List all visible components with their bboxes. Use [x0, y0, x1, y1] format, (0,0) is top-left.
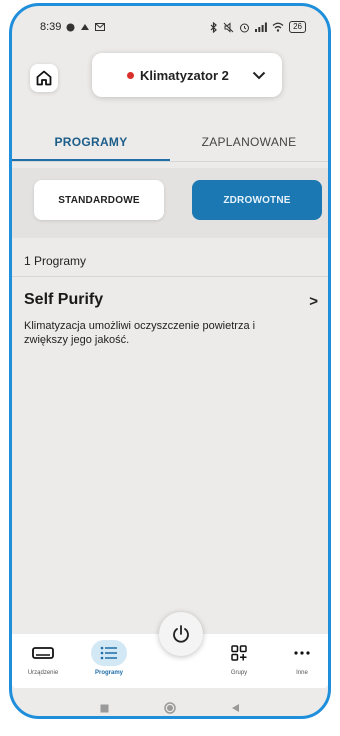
home-icon [36, 70, 52, 86]
battery-indicator: 26 [289, 21, 306, 33]
tab-divider [12, 161, 328, 162]
segment-standard[interactable]: STANDARDOWE [34, 180, 164, 220]
list-icon [100, 646, 117, 660]
program-count: 1 Programy [24, 254, 87, 268]
program-title: Self Purify [24, 291, 104, 308]
tab-zaplanowane[interactable]: ZAPLANOWANE [170, 121, 328, 161]
mute-icon [223, 21, 234, 33]
power-icon [173, 625, 189, 643]
phone-frame: 8:39 26 Klimatyzator 2 PROGRAMY ZAPLANOW… [9, 3, 331, 719]
segment-health[interactable]: ZDROWOTNE [192, 180, 322, 220]
tab-programy[interactable]: PROGRAMY [12, 121, 170, 162]
program-item-self-purify[interactable]: Self Purify > Klimatyzacja umożliwi oczy… [24, 291, 318, 347]
more-icon [294, 651, 310, 655]
nav-item-more[interactable]: Inne [277, 640, 327, 676]
program-tabs: PROGRAMY ZAPLANOWANE [12, 121, 328, 162]
clock: 8:39 [40, 21, 62, 33]
cloud-icon [81, 24, 90, 30]
nav-item-programs[interactable]: Programy [84, 640, 134, 676]
status-bar: 8:39 26 [12, 6, 328, 48]
device-selector[interactable]: Klimatyzator 2 [92, 53, 282, 97]
device-status-dot [127, 72, 134, 79]
nav-item-device[interactable]: Urządzenie [18, 640, 68, 676]
nav-item-groups[interactable]: Grupy [214, 640, 264, 676]
device-name: Klimatyzator 2 [140, 67, 229, 83]
program-description: Klimatyzacja umożliwi oczyszczenie powie… [24, 320, 256, 346]
home-circle-icon[interactable] [164, 702, 176, 714]
bluetooth-icon [210, 21, 217, 33]
notification-icon [66, 23, 75, 31]
chevron-right-icon: > [309, 293, 318, 310]
nav-label-more: Inne [296, 670, 308, 676]
power-button[interactable] [159, 612, 203, 656]
list-divider [12, 276, 328, 277]
nav-label-groups: Grupy [230, 670, 248, 676]
mail-icon [95, 23, 106, 31]
alarm-icon [240, 23, 250, 32]
recent-apps-icon[interactable] [100, 704, 109, 713]
nav-label-programs: Programy [94, 670, 123, 676]
back-icon[interactable] [231, 703, 240, 713]
groups-icon [231, 645, 247, 661]
chevron-down-icon [252, 71, 266, 79]
nav-label-device: Urządzenie [27, 670, 59, 676]
segment-switch: STANDARDOWE ZDROWOTNE [12, 168, 328, 238]
system-navigation [12, 694, 328, 716]
home-button[interactable] [30, 64, 58, 92]
wifi-icon [272, 22, 284, 32]
device-icon [32, 647, 54, 659]
signal-icon [255, 22, 267, 32]
